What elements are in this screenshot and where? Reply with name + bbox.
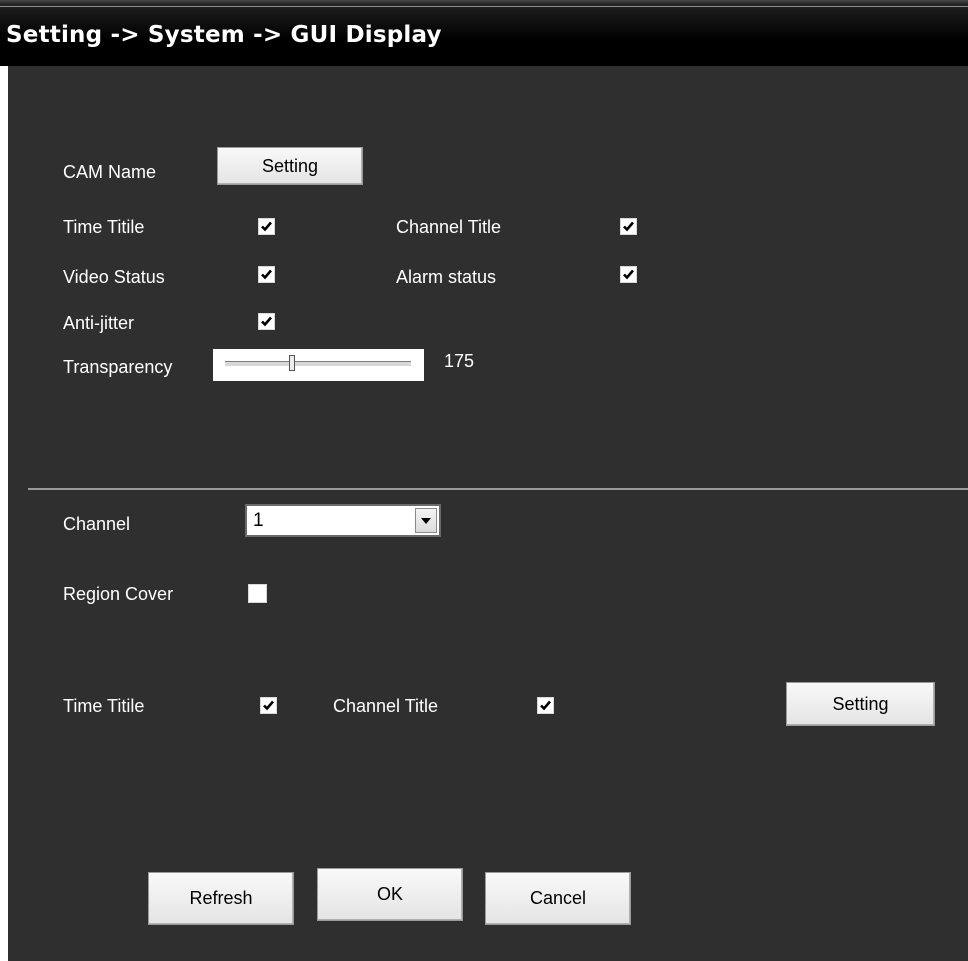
transparency-label: Transparency xyxy=(63,357,173,377)
title-bar: Setting -> System -> GUI Display xyxy=(0,0,968,66)
check-icon xyxy=(623,221,634,232)
channel-title-label: Channel Title xyxy=(396,217,502,237)
channel-select[interactable]: 1 xyxy=(245,504,441,537)
alarm-status-label: Alarm status xyxy=(396,267,497,287)
refresh-button[interactable]: Refresh xyxy=(148,872,294,925)
anti-jitter-checkbox[interactable] xyxy=(258,313,275,330)
channel-setting-button[interactable]: Setting xyxy=(786,682,935,726)
title-bar-rule xyxy=(0,6,968,7)
page-title: Setting -> System -> GUI Display xyxy=(6,22,442,48)
region-cover-checkbox[interactable] xyxy=(248,584,267,603)
alarm-status-checkbox[interactable] xyxy=(620,266,637,283)
channel-title-checkbox[interactable] xyxy=(620,218,637,235)
channel-channel-title-label: Channel Title xyxy=(333,696,439,716)
channel-channel-title-checkbox[interactable] xyxy=(537,697,554,714)
check-icon xyxy=(261,269,272,280)
anti-jitter-label: Anti-jitter xyxy=(63,313,135,333)
channel-select-value: 1 xyxy=(253,510,264,531)
check-icon xyxy=(261,316,272,327)
cam-name-label: CAM Name xyxy=(63,162,157,182)
video-status-label: Video Status xyxy=(63,267,165,287)
channel-time-title-checkbox[interactable] xyxy=(260,697,277,714)
check-icon xyxy=(540,700,551,711)
slider-thumb[interactable] xyxy=(289,355,295,371)
cancel-button[interactable]: Cancel xyxy=(485,872,631,925)
slider-track xyxy=(225,361,411,367)
settings-panel xyxy=(8,0,968,961)
ok-button[interactable]: OK xyxy=(317,868,463,921)
video-status-checkbox[interactable] xyxy=(258,266,275,283)
chevron-down-icon[interactable] xyxy=(415,508,437,533)
cam-name-setting-button[interactable]: Setting xyxy=(217,147,363,185)
channel-label: Channel xyxy=(63,514,131,534)
check-icon xyxy=(263,700,274,711)
transparency-value: 175 xyxy=(444,351,475,371)
time-title-checkbox[interactable] xyxy=(258,218,275,235)
time-title-label: Time Titile xyxy=(63,217,145,237)
region-cover-label: Region Cover xyxy=(63,584,174,604)
transparency-slider[interactable] xyxy=(213,349,424,381)
check-icon xyxy=(623,269,634,280)
channel-time-title-label: Time Titile xyxy=(63,696,145,716)
section-divider xyxy=(28,488,968,490)
check-icon xyxy=(261,221,272,232)
